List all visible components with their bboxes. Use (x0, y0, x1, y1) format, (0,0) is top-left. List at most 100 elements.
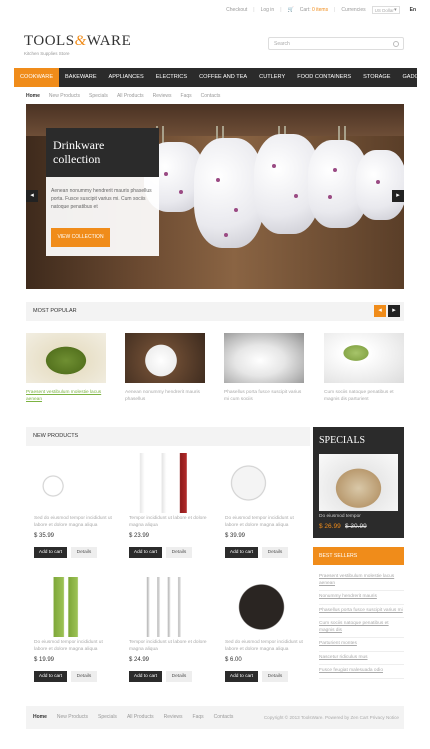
login-link[interactable]: Log in (261, 7, 275, 13)
nav-item-coffee-and-tea[interactable]: Coffee and Tea (193, 68, 253, 87)
details-button[interactable]: Details (166, 671, 192, 682)
nav-item-storage[interactable]: Storage (357, 68, 396, 87)
view-collection-button[interactable]: View Collection (51, 228, 110, 247)
nav-item-bakeware[interactable]: Bakeware (59, 68, 103, 87)
nav-item-gadgets[interactable]: Gadgets (396, 68, 430, 87)
popular-item-caption[interactable]: Phasellus porta fusce suscipit varius mi… (224, 389, 304, 403)
slider-prev-arrow-icon[interactable]: ◂ (26, 190, 38, 202)
nav-item-cutlery[interactable]: Cutlery (253, 68, 291, 87)
bowl-image (224, 333, 304, 383)
best-seller-link[interactable]: Parturient montes (319, 638, 404, 652)
separator: | (334, 7, 336, 13)
footer-links: Home New Products Specials All Products … (33, 714, 233, 720)
cart-label-text: Cart: (299, 7, 311, 13)
new-products-bar: New Products (26, 427, 310, 446)
popular-item-caption[interactable]: Cum sociis natoque penatibus et magnis d… (324, 389, 404, 403)
cart-icon[interactable]: 🛒 (288, 7, 294, 13)
best-seller-link[interactable]: Praesent vestibulum molestie lacus aenea… (319, 571, 404, 591)
details-button[interactable]: Details (71, 671, 97, 682)
specials-box: Specials Do eiusmod tempor $ 26.99 $ 30.… (313, 427, 404, 538)
product-image[interactable] (27, 453, 114, 513)
add-to-cart-button[interactable]: Add to cart (129, 547, 162, 558)
product-desc[interactable]: Do eiusmod tempor incididunt ut labore e… (34, 640, 114, 653)
carousel-prev-icon[interactable]: ◂ (374, 305, 386, 317)
popular-item[interactable]: Cum sociis natoque penatibus et magnis d… (324, 333, 404, 403)
cart-items-count: 0 items (311, 7, 329, 13)
logo-tagline: Kitchen Supplies Store (24, 51, 70, 56)
logo[interactable]: TOOLS&WARE Kitchen Supplies Store (24, 33, 131, 56)
footer-link-reviews[interactable]: Reviews (164, 714, 183, 720)
subnav-contacts[interactable]: Contacts (201, 93, 221, 99)
product-price: $ 6.00 (225, 657, 242, 663)
search-input[interactable]: Search (268, 37, 404, 50)
footer-link-all-products[interactable]: All Products (127, 714, 154, 720)
search-icon[interactable] (393, 41, 399, 47)
checkout-link[interactable]: Checkout (226, 7, 247, 13)
cart-label[interactable]: Cart: 0 items (300, 7, 328, 13)
subnav-specials[interactable]: Specials (89, 93, 108, 99)
slider-text: Aenean nonummy hendrerit mauris phasellu… (51, 188, 152, 210)
product-image[interactable] (122, 453, 209, 513)
footer-link-faqs[interactable]: Faqs (193, 714, 204, 720)
subnav-reviews[interactable]: Reviews (153, 93, 172, 99)
add-to-cart-button[interactable]: Add to cart (34, 547, 67, 558)
caption-box: Drinkware collection Aenean nonummy hend… (46, 128, 159, 256)
subnav-new-products[interactable]: New Products (49, 93, 80, 99)
nav-item-cookware[interactable]: Cookware (14, 68, 60, 87)
add-to-cart-button[interactable]: Add to cart (225, 547, 258, 558)
product-price: $ 24.99 (129, 657, 150, 663)
add-to-cart-button[interactable]: Add to cart (129, 671, 162, 682)
add-to-cart-button[interactable]: Add to cart (225, 671, 258, 682)
dishes-image (324, 333, 404, 383)
carousel-next-icon[interactable]: ▸ (388, 305, 400, 317)
subnav-faqs[interactable]: Faqs (181, 93, 192, 99)
specials-image[interactable] (319, 454, 398, 511)
details-button[interactable]: Details (262, 671, 288, 682)
best-seller-link[interactable]: Phasellus porta fusce suscipit varius mi (319, 605, 404, 618)
nav-item-appliances[interactable]: Appliances (103, 68, 150, 87)
popular-item[interactable]: Aenean nonummy hendrerit mauris phasellu… (125, 333, 205, 403)
specials-new-price: $ 26.99 (319, 523, 341, 530)
footer-link-contacts[interactable]: Contacts (214, 714, 234, 720)
separator: | (253, 7, 255, 13)
footer: Home New Products Specials All Products … (26, 706, 404, 729)
footer-link-home[interactable]: Home (33, 714, 47, 720)
details-button[interactable]: Details (262, 547, 288, 558)
product-desc[interactable]: Sed do eiusmod tempor incididunt ut labo… (225, 640, 305, 653)
copyright-text: Copyright © 2013 ToolsWare. Powered by Z… (263, 715, 399, 720)
product-image[interactable] (218, 453, 305, 513)
product-card: Do eiusmod tempor incididunt ut labore e… (27, 577, 114, 692)
product-desc[interactable]: Sed do eiusmod tempor incididunt ut labo… (34, 516, 114, 529)
popular-item[interactable]: Praesent vestibulum molestie lacus aenea… (26, 333, 106, 403)
specials-name[interactable]: Do eiusmod tempor (319, 514, 361, 519)
subnav-home[interactable]: Home (26, 93, 40, 99)
product-desc[interactable]: Tempor incididunt ut labore et dolore ma… (129, 640, 209, 653)
best-seller-link[interactable]: Nonummy hendrerit mauris (319, 591, 404, 605)
footer-link-specials[interactable]: Specials (98, 714, 117, 720)
details-button[interactable]: Details (71, 547, 97, 558)
best-seller-link[interactable]: Cum sociis natoque penatibus et magnis d… (319, 618, 404, 638)
popular-item[interactable]: Phasellus porta fusce suscipit varius mi… (224, 333, 304, 403)
product-image[interactable] (27, 577, 114, 637)
product-image[interactable] (218, 577, 305, 637)
product-card: Sed do eiusmod tempor incididunt ut labo… (27, 453, 114, 568)
slider-next-arrow-icon[interactable]: ▸ (392, 190, 404, 202)
product-image[interactable] (122, 577, 209, 637)
details-button[interactable]: Details (166, 547, 192, 558)
best-seller-link[interactable]: Nascetur ridiculus mus (319, 652, 404, 665)
subnav-all-products[interactable]: All Products (117, 93, 144, 99)
product-desc[interactable]: Tempor incididunt ut labore et dolore ma… (129, 516, 209, 529)
plate-image (125, 333, 205, 383)
nav-item-electrics[interactable]: Electrics (150, 68, 193, 87)
currency-select[interactable]: US Dollar (371, 6, 400, 14)
add-to-cart-button[interactable]: Add to cart (34, 671, 67, 682)
language-selector[interactable]: En (410, 7, 416, 13)
footer-link-new-products[interactable]: New Products (57, 714, 88, 720)
product-desc[interactable]: Do eiusmod tempor incididunt ut labore e… (225, 516, 305, 529)
slider-title: Drinkware collection (46, 128, 159, 177)
popular-item-caption[interactable]: Aenean nonummy hendrerit mauris phasellu… (125, 389, 205, 403)
best-seller-link[interactable]: Fusce feugiat malesuada odio (319, 665, 404, 679)
nav-item-food-containers[interactable]: Food Containers (291, 68, 357, 87)
popular-item-caption[interactable]: Praesent vestibulum molestie lacus aenea… (26, 389, 106, 403)
most-popular-bar: Most Popular ◂ ▸ (26, 302, 404, 321)
